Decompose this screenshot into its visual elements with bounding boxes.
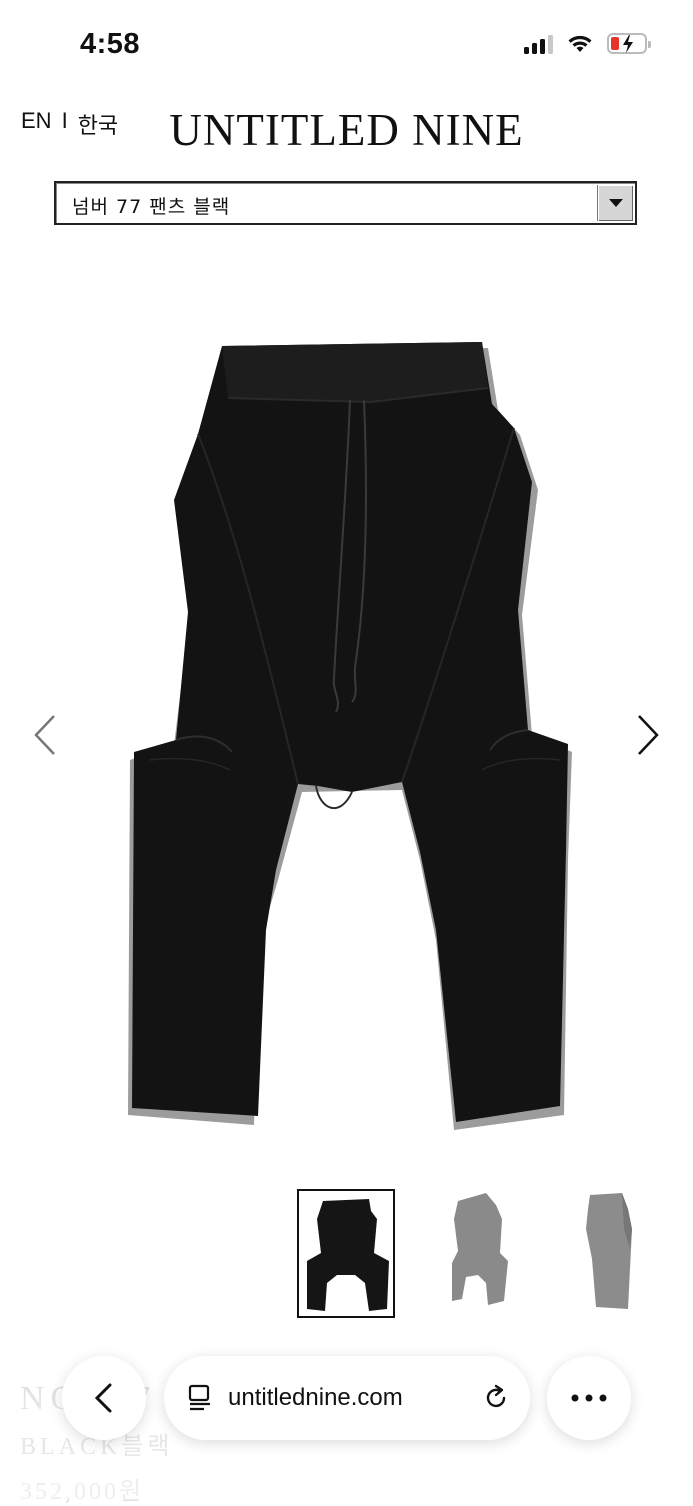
back-button[interactable] [62,1356,146,1440]
status-icons [524,33,651,54]
product-price: 352,000원 [20,1479,145,1505]
thumbnail-2[interactable] [430,1189,528,1318]
chevron-left-icon[interactable] [30,712,60,758]
signal-icon [524,34,553,54]
url-text: untitlednine.com [228,1384,403,1411]
status-time: 4:58 [80,28,141,60]
thumbnail-3[interactable] [570,1189,668,1318]
reload-icon[interactable] [482,1384,510,1412]
address-bar[interactable]: untitlednine.com [164,1356,530,1440]
more-button[interactable] [547,1356,631,1440]
product-select-value: 넘버 77 팬츠 블랙 [72,196,231,218]
tabs-icon[interactable] [188,1384,214,1412]
more-icon [571,1394,607,1402]
wifi-icon [568,35,592,52]
status-bar: 4:58 [0,0,693,92]
product-main-image [128,342,572,1130]
thumbnail-1[interactable] [297,1189,395,1318]
chevron-right-icon[interactable] [633,712,663,758]
dropdown-arrow-icon[interactable] [597,185,633,221]
browser-toolbar: untitlednine.com [0,1352,693,1448]
product-select[interactable]: 넘버 77 팬츠 블랙 [54,181,637,225]
brand-title: UNTITLED NINE [169,105,524,155]
battery-icon [607,33,651,54]
brand-logo[interactable]: UNTITLED NINE [0,104,693,156]
back-icon [94,1383,112,1413]
